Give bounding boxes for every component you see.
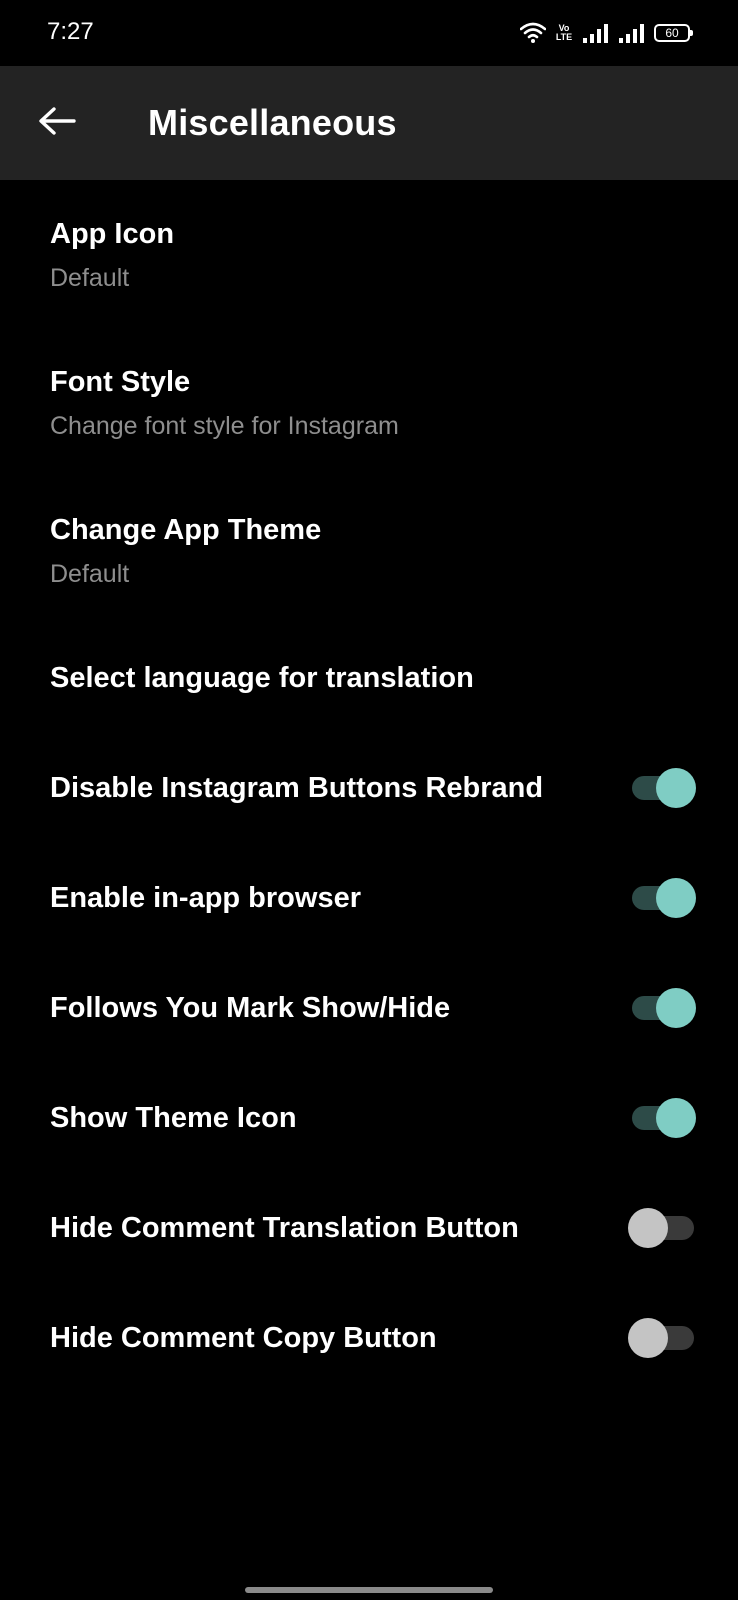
setting-title: Change App Theme	[50, 514, 322, 546]
setting-title: Font Style	[50, 366, 191, 398]
signal-icon-2	[618, 22, 646, 44]
toggle-switch[interactable]	[628, 1314, 696, 1362]
setting-subtitle: Default	[50, 560, 130, 588]
setting-toggle-row[interactable]: Enable in-app browser	[0, 844, 738, 954]
setting-app-icon[interactable]: App Icon Default	[0, 180, 738, 328]
setting-title: Show Theme Icon	[50, 1102, 297, 1134]
toggle-switch[interactable]	[632, 984, 696, 1032]
toggle-thumb	[628, 1318, 668, 1358]
setting-toggle-row[interactable]: Hide Comment Translation Button	[0, 1174, 738, 1284]
status-time: 7:27	[47, 18, 94, 45]
setting-translation-language[interactable]: Select language for translation	[0, 624, 738, 734]
status-icons: Vo LTE 60	[520, 20, 693, 46]
arrow-left-icon	[38, 106, 76, 141]
toggle-switch[interactable]	[632, 764, 696, 812]
setting-subtitle: Change font style for Instagram	[50, 412, 399, 440]
app-bar: Miscellaneous	[0, 66, 738, 180]
setting-font-style[interactable]: Font Style Change font style for Instagr…	[0, 328, 738, 476]
setting-title: Hide Comment Copy Button	[50, 1322, 437, 1354]
setting-app-theme[interactable]: Change App Theme Default	[0, 476, 738, 624]
setting-title: Enable in-app browser	[50, 882, 361, 914]
signal-icon	[582, 22, 610, 44]
screen: 7:27 Vo LTE 60 Miscellaneous App Icon De…	[0, 0, 738, 1600]
back-button[interactable]	[30, 96, 84, 150]
setting-toggle-row[interactable]: Show Theme Icon	[0, 1064, 738, 1174]
setting-subtitle: Default	[50, 264, 130, 292]
toggle-thumb	[656, 878, 696, 918]
setting-title: App Icon	[50, 218, 175, 250]
status-bar: 7:27 Vo LTE 60	[0, 0, 738, 66]
setting-title: Follows You Mark Show/Hide	[50, 992, 451, 1024]
toggle-thumb	[628, 1208, 668, 1248]
toggle-switch[interactable]	[628, 1204, 696, 1252]
volte-icon: Vo LTE	[554, 24, 574, 42]
wifi-icon	[520, 22, 546, 44]
settings-list: App Icon Default Font Style Change font …	[0, 180, 738, 1394]
toggle-thumb	[656, 768, 696, 808]
home-indicator[interactable]	[245, 1587, 493, 1593]
setting-toggle-row[interactable]: Hide Comment Copy Button	[0, 1284, 738, 1394]
page-title: Miscellaneous	[148, 102, 397, 143]
setting-toggle-row[interactable]: Disable Instagram Buttons Rebrand	[0, 734, 738, 844]
toggle-thumb	[656, 1098, 696, 1138]
setting-title: Hide Comment Translation Button	[50, 1212, 519, 1244]
setting-title: Select language for translation	[50, 662, 474, 694]
toggle-switch[interactable]	[632, 874, 696, 922]
volte-line2: LTE	[555, 32, 573, 42]
battery-level: 60	[665, 26, 679, 40]
toggle-switch[interactable]	[632, 1094, 696, 1142]
setting-toggle-row[interactable]: Follows You Mark Show/Hide	[0, 954, 738, 1064]
setting-title: Disable Instagram Buttons Rebrand	[50, 772, 544, 804]
battery-icon: 60	[654, 24, 693, 42]
toggle-thumb	[656, 988, 696, 1028]
